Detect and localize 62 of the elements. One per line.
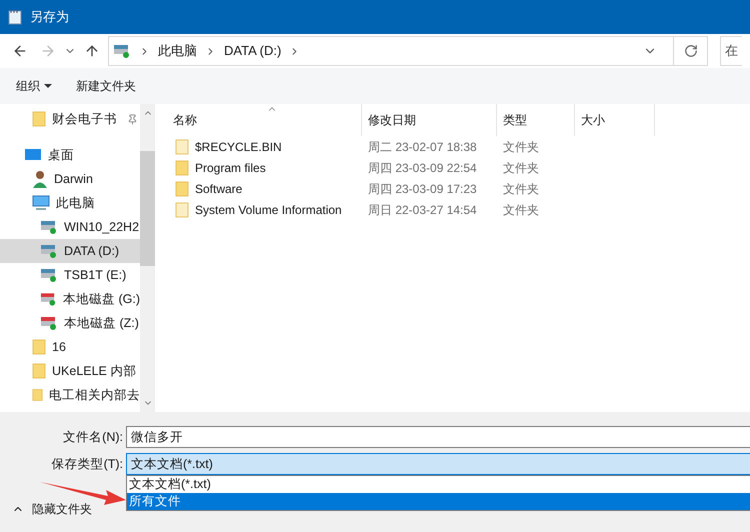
- pin-icon: [127, 114, 138, 124]
- drive-icon: [113, 43, 131, 59]
- column-header[interactable]: 类型: [497, 104, 575, 136]
- scrollbar[interactable]: [140, 104, 155, 412]
- refresh-icon: [684, 44, 698, 58]
- address-bar[interactable]: 此电脑 DATA (D:): [108, 36, 708, 66]
- column-header[interactable]: 大小: [575, 104, 655, 136]
- drive-icon: [40, 315, 58, 331]
- sidebar-item[interactable]: DATA (D:): [0, 239, 140, 263]
- sidebar-item[interactable]: TSB1T (E:): [0, 263, 140, 287]
- dropdown-option[interactable]: 文本文档(*.txt): [127, 476, 750, 493]
- drive-icon: [40, 291, 57, 307]
- file-name[interactable]: Program files: [195, 158, 266, 176]
- table-cell-text: 周四 23-03-09 17:23: [367, 180, 478, 198]
- sidebar-item[interactable]: 电工相关内部去: [0, 383, 140, 407]
- back-icon[interactable]: [12, 43, 28, 59]
- column-header[interactable]: 修改日期: [362, 104, 497, 136]
- table-cell-text: 文件夹: [502, 138, 540, 156]
- filename-field[interactable]: 微信多开: [126, 426, 750, 448]
- sidebar-item[interactable]: Darwin: [0, 167, 140, 191]
- sidebar-item[interactable]: 桌面: [0, 143, 140, 167]
- sidebar-item[interactable]: 16: [0, 335, 140, 359]
- folder-icon: [32, 387, 43, 403]
- sidebar-item[interactable]: 此电脑: [0, 191, 140, 215]
- sidebar-item[interactable]: WIN10_22H2: [0, 215, 140, 239]
- hide-folders-link[interactable]: 隐藏文件夹: [32, 500, 92, 518]
- desktop-icon: [24, 148, 42, 162]
- notepad-icon: [8, 9, 22, 25]
- drive-icon: [40, 243, 58, 259]
- file-type-dropdown[interactable]: 文本文档(*.txt): [126, 453, 750, 475]
- folder-icon: [32, 111, 46, 127]
- window-title: 另存为: [30, 8, 69, 26]
- file-name[interactable]: $RECYCLE.BIN: [195, 138, 282, 156]
- organize-button[interactable]: 组织: [16, 77, 52, 95]
- folder-icon: [32, 363, 46, 379]
- filename-label: 文件名(N):: [62, 428, 124, 446]
- table-cell-text: 周四 23-03-09 22:54: [367, 160, 478, 176]
- user-icon: [32, 170, 48, 188]
- search-field[interactable]: 在: [720, 36, 742, 66]
- sidebar-item[interactable]: 本地磁盘 (Z:): [0, 311, 140, 335]
- drive-icon: [40, 267, 58, 283]
- table-cell-text: 文件夹: [502, 160, 540, 176]
- file-name[interactable]: Software: [195, 180, 242, 198]
- new-folder-button[interactable]: 新建文件夹: [76, 77, 136, 95]
- breadcrumb-item[interactable]: 此电脑: [158, 41, 197, 61]
- column-header[interactable]: 名称: [167, 104, 362, 136]
- up-icon[interactable]: [84, 43, 100, 59]
- caret-icon: [44, 84, 52, 88]
- table-cell-text: 文件夹: [502, 202, 540, 218]
- table-cell-text: 周二 23-02-07 18:38: [367, 138, 478, 156]
- file-type-label: 保存类型(T):: [50, 456, 124, 473]
- breadcrumb-item[interactable]: DATA (D:): [224, 41, 282, 61]
- folder-icon: [32, 339, 46, 355]
- drive-icon: [40, 219, 58, 235]
- sidebar-item[interactable]: 本地磁盘 (G:): [0, 287, 140, 311]
- dropdown-option[interactable]: 所有文件: [127, 493, 750, 510]
- table-cell-text: 周日 22-03-27 14:54: [367, 202, 478, 218]
- sidebar-item[interactable]: 财会电子书: [0, 107, 140, 131]
- table-cell-text: 文件夹: [502, 180, 540, 198]
- monitor-icon: [32, 195, 50, 211]
- file-name[interactable]: System Volume Information: [195, 200, 342, 218]
- sidebar-item[interactable]: UKeLELE 内部: [0, 359, 140, 383]
